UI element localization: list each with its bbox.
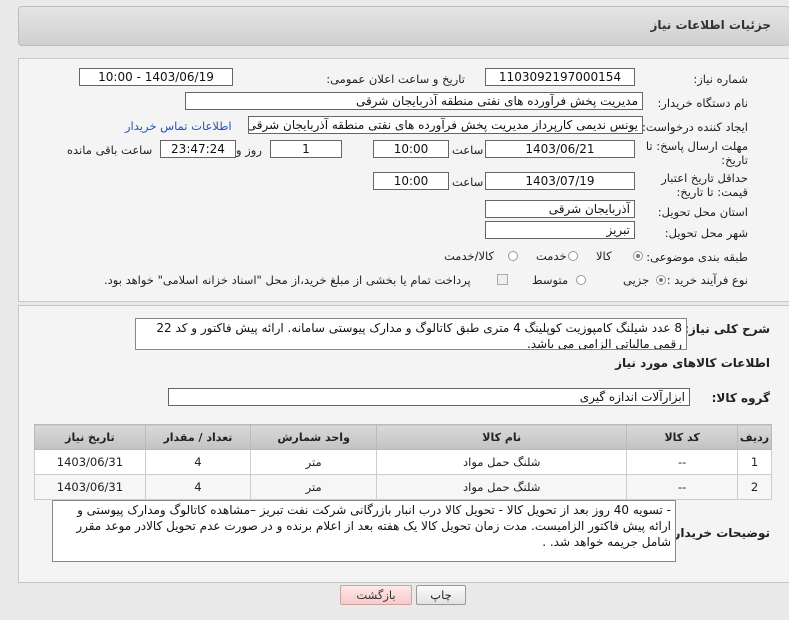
delivery-province-label: استان محل تحویل: [657, 205, 748, 219]
goods-group-field[interactable]: ابزارآلات اندازه گیری [168, 388, 690, 406]
col-unit: واحد شمارش [250, 424, 378, 450]
cell-row: 2 [737, 474, 772, 500]
cell-date: 1403/06/31 [34, 474, 146, 500]
cell-qty: 4 [144, 449, 252, 475]
cell-date: 1403/06/31 [34, 449, 146, 475]
buyer-org-field[interactable]: مدیریت پخش فرآورده های نفتی منطقه آذربای… [185, 92, 643, 110]
purchase-type-label: نوع فرآیند خرید : [666, 273, 748, 287]
cell-code: -- [626, 474, 739, 500]
buyer-contact-link[interactable]: اطلاعات تماس خریدار [125, 119, 232, 133]
cell-unit: متر [250, 449, 378, 475]
col-name: نام کالا [376, 424, 628, 450]
announce-datetime-label: تاریخ و ساعت اعلان عمومی: [326, 72, 465, 86]
general-description-textarea[interactable]: 8 عدد شیلنگ کامپوزیت کوپلینگ 4 متری طبق … [135, 318, 687, 350]
page-header: جزئیات اطلاعات نیاز [18, 6, 789, 46]
reply-deadline-time-label: ساعت [452, 143, 484, 157]
remaining-time-field[interactable]: 23:47:24 [160, 140, 236, 158]
requester-field[interactable]: یونس ندیمی کارپرداز مدیریت پخش فرآورده ه… [248, 116, 643, 134]
buyer-notes-textarea[interactable]: - تسویه 40 روز بعد از تحویل کالا - تحویل… [52, 500, 676, 562]
radio-goods-service-label: کالا/خدمت [444, 249, 495, 263]
remaining-time-label: ساعت باقی مانده [67, 143, 153, 157]
radio-service[interactable] [568, 251, 578, 261]
items-section-title: اطلاعات کالاهای مورد نیاز [615, 356, 770, 370]
cell-unit: متر [250, 474, 378, 500]
reply-deadline-time-field[interactable]: 10:00 [373, 140, 449, 158]
remaining-days-field[interactable]: 1 [270, 140, 342, 158]
items-table-header: ردیف کد کالا نام کالا واحد شمارش تعداد /… [34, 424, 772, 450]
cell-name: شلنگ حمل مواد [376, 474, 628, 500]
cell-code: -- [626, 449, 739, 475]
col-qty: تعداد / مقدار [144, 424, 252, 450]
radio-goods[interactable] [633, 251, 643, 261]
price-validity-time-label: ساعت [452, 175, 484, 189]
table-row[interactable]: 1 -- شلنگ حمل مواد متر 4 1403/06/31 [34, 449, 772, 475]
requester-label: ایجاد کننده درخواست: [642, 120, 748, 134]
subject-class-label: طبقه بندی موضوعی: [646, 250, 748, 264]
items-table: ردیف کد کالا نام کالا واحد شمارش تعداد /… [34, 424, 772, 500]
print-button[interactable]: چاپ [416, 585, 466, 605]
radio-service-label: خدمت [536, 249, 567, 263]
buyer-org-label: نام دستگاه خریدار: [657, 96, 748, 110]
reply-deadline-label: مهلت ارسال پاسخ: تا تاریخ: [645, 139, 748, 167]
radio-medium[interactable] [576, 275, 586, 285]
radio-minor-label: جزیی [623, 273, 650, 287]
col-date: تاریخ نیاز [34, 424, 146, 450]
price-validity-label: حداقل تاریخ اعتبار قیمت: تا تاریخ: [661, 171, 748, 199]
announce-datetime-field[interactable]: 1403/06/19 - 10:00 [79, 68, 233, 86]
treasury-payment-note: پرداخت تمام یا بخشی از مبلغ خرید،از محل … [104, 273, 471, 287]
price-validity-date-field[interactable]: 1403/07/19 [485, 172, 635, 190]
need-number-label: شماره نیاز: [693, 72, 748, 86]
col-row: ردیف [737, 424, 772, 450]
radio-medium-label: متوسط [532, 273, 569, 287]
delivery-city-label: شهر محل تحویل: [664, 226, 748, 240]
cell-name: شلنگ حمل مواد [376, 449, 628, 475]
radio-goods-service[interactable] [508, 251, 518, 261]
cell-row: 1 [737, 449, 772, 475]
treasury-payment-checkbox[interactable] [497, 274, 508, 285]
back-button[interactable]: بازگشت [340, 585, 412, 605]
delivery-city-field[interactable]: تبریز [485, 221, 635, 239]
general-description-label: شرح کلی نیاز: [684, 322, 770, 336]
reply-deadline-date-field[interactable]: 1403/06/21 [485, 140, 635, 158]
price-validity-time-field[interactable]: 10:00 [373, 172, 449, 190]
radio-minor[interactable] [656, 275, 666, 285]
buyer-notes-label: توضیحات خریدار: [668, 526, 770, 540]
page-title: جزئیات اطلاعات نیاز [650, 18, 771, 32]
remaining-days-label: روز و [236, 143, 262, 157]
col-code: کد کالا [626, 424, 739, 450]
radio-goods-label: کالا [596, 249, 612, 263]
cell-qty: 4 [144, 474, 252, 500]
delivery-province-field[interactable]: آذربایجان شرقی [485, 200, 635, 218]
need-number-field[interactable]: 1103092197000154 [485, 68, 635, 86]
table-row[interactable]: 2 -- شلنگ حمل مواد متر 4 1403/06/31 [34, 474, 772, 500]
goods-group-label: گروه کالا: [711, 391, 770, 405]
